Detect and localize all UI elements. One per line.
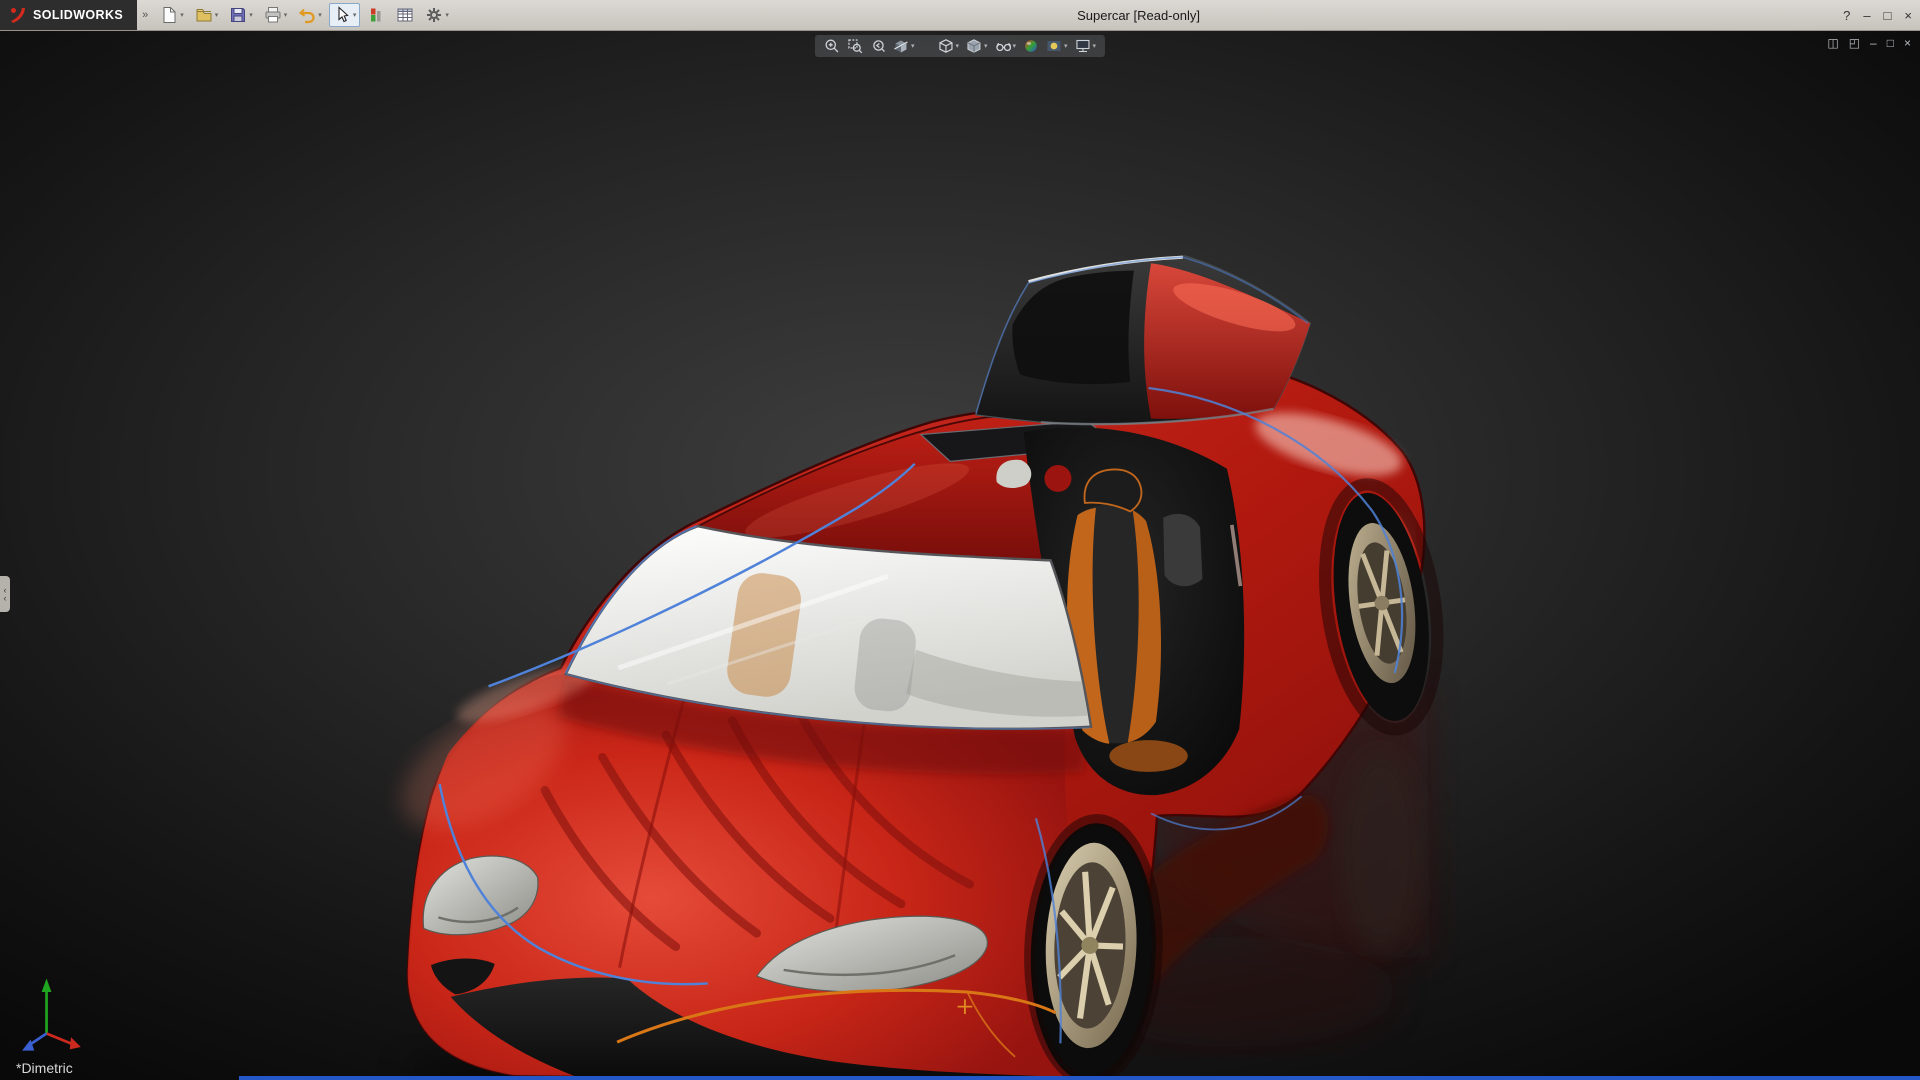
- view-settings-icon: [1075, 38, 1091, 54]
- close-document-button[interactable]: ×: [1904, 37, 1911, 49]
- window-controls: ? – □ ×: [1843, 0, 1912, 30]
- section-view-icon: [893, 38, 909, 54]
- titlebar: SOLIDWORKS » ▾ ▾ ▾: [0, 0, 1920, 31]
- appearance-sphere-icon: [1023, 38, 1039, 54]
- display-style-icon: [966, 38, 982, 54]
- headsup-view-toolbar: ▾ ▾ ▾ ▾: [815, 35, 1105, 57]
- zoom-to-fit-button[interactable]: [824, 38, 840, 54]
- previous-view-icon: [870, 38, 886, 54]
- rebuild-indicator-button[interactable]: [363, 3, 389, 27]
- chevron-left-icon: ‹: [4, 594, 7, 602]
- section-view-button[interactable]: ▾: [893, 38, 915, 54]
- view-settings-button[interactable]: ▾: [1075, 38, 1097, 54]
- brand-name: SOLIDWORKS: [33, 8, 123, 22]
- maximize-button[interactable]: □: [1884, 9, 1892, 22]
- select-cursor-icon: [333, 6, 351, 24]
- zoom-to-area-icon: [847, 38, 863, 54]
- split-pane-vertical-icon[interactable]: ◰: [1849, 37, 1860, 49]
- eyeglasses-icon: [995, 38, 1011, 54]
- solidworks-logo: SOLIDWORKS: [0, 0, 137, 30]
- print-icon: [264, 6, 282, 24]
- help-button[interactable]: ?: [1843, 9, 1850, 22]
- zoom-to-fit-icon: [824, 38, 840, 54]
- open-button[interactable]: ▾: [191, 3, 223, 27]
- new-document-icon: [160, 6, 178, 24]
- feature-tree-collapsed-tab[interactable]: ‹ ‹: [0, 576, 10, 612]
- print-button[interactable]: ▾: [260, 3, 292, 27]
- dropdown-caret-icon[interactable]: ▾: [284, 12, 288, 19]
- main-toolbar: ▾ ▾ ▾ ▾: [156, 3, 453, 27]
- orientation-label: *Dimetric: [16, 1060, 73, 1076]
- close-button[interactable]: ×: [1904, 9, 1912, 22]
- taskbar-edge: [239, 1076, 1920, 1080]
- dropdown-caret-icon[interactable]: ▾: [318, 12, 322, 19]
- dropdown-caret-icon[interactable]: ▾: [445, 12, 449, 19]
- open-folder-icon: [195, 6, 213, 24]
- select-button[interactable]: ▾: [329, 3, 361, 27]
- new-document-button[interactable]: ▾: [156, 3, 188, 27]
- solidworks-logo-icon: [8, 6, 28, 24]
- display-style-button[interactable]: ▾: [966, 38, 988, 54]
- dropdown-caret-icon[interactable]: ▾: [1013, 43, 1017, 50]
- dropdown-caret-icon[interactable]: ▾: [955, 43, 959, 50]
- restore-document-button[interactable]: □: [1887, 37, 1894, 49]
- zoom-to-area-button[interactable]: [847, 38, 863, 54]
- view-orientation-button[interactable]: ▾: [937, 38, 959, 54]
- dropdown-caret-icon[interactable]: ▾: [249, 12, 253, 19]
- dropdown-caret-icon[interactable]: ▾: [180, 12, 184, 19]
- design-table-button[interactable]: [392, 3, 418, 27]
- options-button[interactable]: ▾: [421, 3, 453, 27]
- 3d-scene[interactable]: [0, 31, 1920, 1080]
- design-table-icon: [396, 6, 414, 24]
- dropdown-caret-icon[interactable]: ▾: [911, 43, 915, 50]
- document-window-controls: ◫ ◰ – □ ×: [1827, 37, 1911, 49]
- solidworks-window: SOLIDWORKS » ▾ ▾ ▾: [0, 0, 1920, 1080]
- minimize-document-button[interactable]: –: [1870, 37, 1877, 49]
- hide-show-items-button[interactable]: ▾: [995, 38, 1017, 54]
- previous-view-button[interactable]: [870, 38, 886, 54]
- edit-appearance-button[interactable]: [1023, 38, 1039, 54]
- toolbar-expand-icon[interactable]: »: [142, 9, 148, 21]
- scene-sphere-icon: [1046, 38, 1062, 54]
- dropdown-caret-icon[interactable]: ▾: [215, 12, 219, 19]
- apply-scene-button[interactable]: ▾: [1046, 38, 1068, 54]
- dropdown-caret-icon[interactable]: ▾: [353, 12, 357, 19]
- dropdown-caret-icon[interactable]: ▾: [984, 43, 988, 50]
- rebuild-indicator-icon: [367, 6, 385, 24]
- graphics-viewport[interactable]: ▾ ▾ ▾ ▾: [0, 31, 1920, 1080]
- view-orientation-cube-icon: [937, 38, 953, 54]
- dropdown-caret-icon[interactable]: ▾: [1064, 43, 1068, 50]
- dropdown-caret-icon[interactable]: ▾: [1093, 43, 1097, 50]
- split-pane-horizontal-icon[interactable]: ◫: [1827, 37, 1838, 49]
- save-floppy-icon: [229, 6, 247, 24]
- undo-button[interactable]: ▾: [294, 3, 326, 27]
- gear-icon: [425, 6, 443, 24]
- save-button[interactable]: ▾: [225, 3, 257, 27]
- undo-arrow-icon: [298, 6, 316, 24]
- minimize-button[interactable]: –: [1863, 9, 1870, 22]
- document-title: Supercar [Read-only]: [1077, 8, 1200, 23]
